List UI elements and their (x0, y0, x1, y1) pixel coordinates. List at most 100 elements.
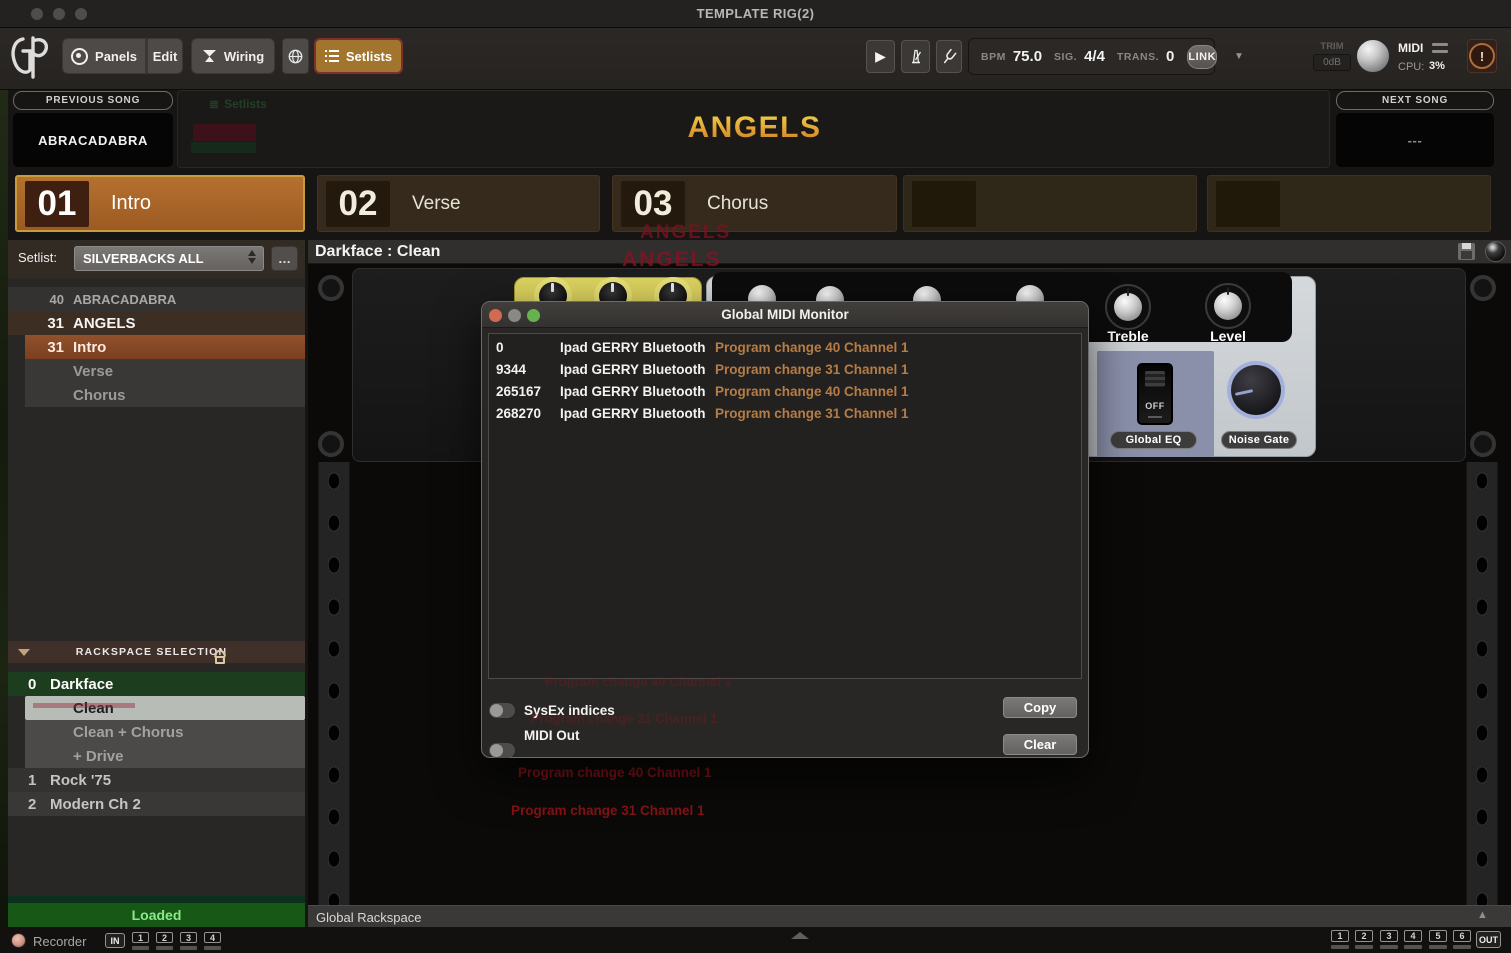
output-channel-1[interactable]: 1 (1331, 930, 1349, 942)
sig-value[interactable]: 4/4 (1084, 48, 1105, 65)
rocker-line (1148, 416, 1162, 418)
rack-rail-left (318, 462, 350, 905)
tab-edit-label: Edit (153, 49, 178, 64)
output-channel-2[interactable]: 2 (1355, 930, 1373, 942)
recorder-channel-3[interactable]: 3 (180, 932, 197, 943)
songlist-row-angels[interactable]: 31 ANGELS (8, 311, 305, 335)
song-part-5-empty[interactable] (1207, 175, 1491, 232)
setlist-more-button[interactable]: … (271, 246, 298, 271)
trans-value[interactable]: 0 (1166, 48, 1174, 65)
rackspace-selection-header[interactable]: RACKSPACE SELECTION (8, 641, 305, 663)
treble-knob[interactable] (1105, 284, 1151, 330)
global-eq-button[interactable]: Global EQ (1110, 431, 1197, 449)
rackspace-row-modern[interactable]: 2 Modern Ch 2 (8, 792, 305, 816)
song-part-4-empty[interactable] (903, 175, 1197, 232)
current-song-panel: ANGELS ≣Setlists (177, 90, 1330, 168)
bpm-value[interactable]: 75.0 (1013, 48, 1042, 65)
songlist-row-intro[interactable]: 31 Intro (25, 335, 305, 359)
songlist-row-chorus[interactable]: Chorus (25, 383, 305, 407)
unlock-icon[interactable] (215, 656, 225, 664)
trim-value[interactable]: 0dB (1313, 54, 1351, 71)
output-channel-5[interactable]: 5 (1429, 930, 1447, 942)
recorder-channel-2[interactable]: 2 (156, 932, 173, 943)
rackspace-name: Darkface (50, 676, 113, 693)
record-button[interactable] (11, 933, 26, 948)
next-song-button[interactable]: NEXT SONG (1336, 91, 1494, 110)
save-icon[interactable] (1458, 243, 1475, 260)
midi-event-list[interactable]: 0 Ipad GERRY Bluetooth Program change 40… (488, 333, 1082, 679)
setlist-dropdown[interactable]: SILVERBACKS ALL (74, 246, 264, 271)
level-knob[interactable] (1205, 283, 1251, 329)
event-message: Program change 31 Channel 1 (715, 362, 909, 377)
panel-orb-widget[interactable] (1485, 241, 1506, 262)
midi-out-toggle[interactable] (489, 743, 515, 758)
play-button[interactable]: ▶ (866, 40, 895, 73)
previous-song-name[interactable]: ABRACADABRA (13, 113, 173, 167)
output-channel-4[interactable]: 4 (1404, 930, 1422, 942)
bottom-bar: Recorder IN 1 2 3 4 1 2 3 4 5 6 OUT (0, 927, 1511, 953)
event-device: Ipad GERRY Bluetooth (560, 406, 706, 421)
channel-meter (180, 946, 197, 950)
midi-event-row: 9344 Ipad GERRY Bluetooth Program change… (489, 362, 1081, 384)
recorder-channel-4[interactable]: 4 (204, 932, 221, 943)
collapse-triangle-icon[interactable] (18, 649, 30, 656)
song-part-3[interactable]: 03 Chorus (612, 175, 897, 232)
tab-edit[interactable]: Edit (147, 38, 183, 74)
scroll-up-icon[interactable]: ▲ (1477, 909, 1488, 921)
tab-setlists-label: Setlists (346, 49, 392, 64)
channel-meter (1453, 945, 1471, 949)
tab-wiring[interactable]: Wiring (191, 38, 275, 74)
link-button[interactable]: LINK (1187, 45, 1217, 69)
rack-screw-hole (318, 275, 344, 301)
midi-event-row: 0 Ipad GERRY Bluetooth Program change 40… (489, 340, 1081, 362)
copy-button[interactable]: Copy (1003, 697, 1077, 718)
rackspace-row-rock75[interactable]: 1 Rock '75 (8, 768, 305, 792)
recorder-channel-1[interactable]: 1 (132, 932, 149, 943)
transport-dropdown-arrow[interactable]: ▼ (1234, 51, 1244, 62)
variation-row-clean-chorus[interactable]: Clean + Chorus (25, 720, 305, 744)
metronome-icon (909, 49, 923, 64)
noise-gate-knob[interactable] (1231, 365, 1281, 415)
songlist-row-verse[interactable]: Verse (25, 359, 305, 383)
output-channel-6[interactable]: 6 (1453, 930, 1471, 942)
next-song-name[interactable]: --- (1336, 113, 1494, 167)
expand-grip-icon[interactable] (791, 932, 809, 939)
noise-gate-button[interactable]: Noise Gate (1221, 431, 1297, 449)
output-button[interactable]: OUT (1476, 931, 1501, 948)
song-part-1[interactable]: 01 Intro (15, 175, 305, 232)
rack-screw-hole (1470, 275, 1496, 301)
tab-panels[interactable]: Panels (62, 38, 146, 74)
level-label: Level (1178, 328, 1278, 344)
previous-song-button[interactable]: PREVIOUS SONG (13, 91, 173, 110)
rackspace-load-status: Loaded (8, 903, 305, 927)
midi-event-row: 268270 Ipad GERRY Bluetooth Program chan… (489, 406, 1081, 428)
event-time: 268270 (496, 406, 541, 421)
metronome-button[interactable] (901, 40, 930, 73)
global-eq-switch[interactable]: OFF (1137, 363, 1173, 425)
clear-button[interactable]: Clear (1003, 734, 1077, 755)
sysex-toggle-label: SysEx indices (524, 703, 615, 718)
panic-button[interactable]: ! (1467, 39, 1497, 73)
tuner-button[interactable] (936, 40, 962, 73)
trans-label: TRANS. (1117, 51, 1159, 63)
song-part-5-number (1216, 181, 1280, 227)
sysex-toggle[interactable] (489, 703, 515, 718)
songlist-row-abracadabra[interactable]: 40 ABRACADABRA (8, 287, 305, 311)
sig-label: SIG. (1054, 51, 1077, 63)
song-part-2[interactable]: 02 Verse (317, 175, 600, 232)
master-volume-knob[interactable] (1356, 39, 1390, 73)
rackspace-selection-title: RACKSPACE SELECTION (76, 646, 228, 658)
channel-meter (1404, 945, 1422, 949)
output-channel-3[interactable]: 3 (1380, 930, 1398, 942)
bpm-label: BPM (981, 51, 1006, 63)
dialog-titlebar[interactable]: Global MIDI Monitor (482, 302, 1088, 328)
variation-row-clean[interactable]: Clean (25, 696, 305, 720)
tab-setlists[interactable]: Setlists (314, 38, 403, 74)
gp-logo (8, 33, 52, 88)
variation-row-drive[interactable]: + Drive (25, 744, 305, 768)
rackspace-number: 1 (28, 772, 36, 789)
global-rackspace-button[interactable] (282, 38, 309, 74)
recorder-in-button[interactable]: IN (105, 933, 125, 948)
rack-screw-hole (1470, 431, 1496, 457)
rackspace-row-darkface[interactable]: 0 Darkface (8, 672, 305, 696)
